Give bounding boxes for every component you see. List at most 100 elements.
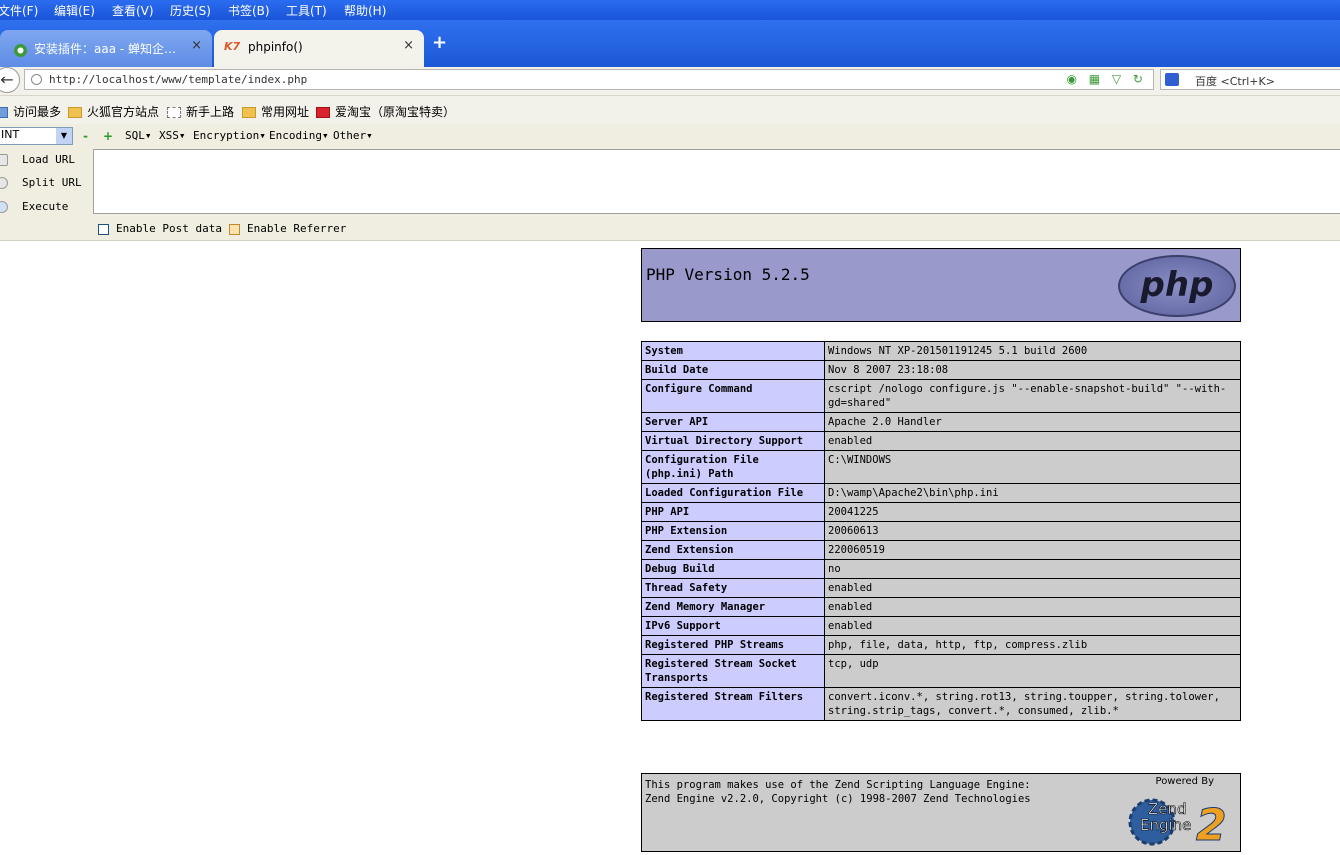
info-value: 220060519 xyxy=(824,540,1241,560)
table-row: Registered PHP Streams php, file, data, h… xyxy=(641,635,1241,655)
phpinfo-header-wrap: PHP Version 5.2.5 php xyxy=(641,248,1241,322)
menu-sql[interactable]: SQL▾ xyxy=(125,129,152,142)
table-row: Zend Memory Manager enabled xyxy=(641,597,1241,617)
menu-encryption[interactable]: Encryption▾ xyxy=(193,129,266,142)
table-row: System Windows NT XP-201501191245 5.1 bui… xyxy=(641,341,1241,361)
table-row: Registered Stream Socket Transports tcp, … xyxy=(641,654,1241,688)
tab-phpinfo[interactable]: K7 phpinfo() × xyxy=(214,30,424,67)
search-box[interactable]: 百度 <Ctrl+K> xyxy=(1160,69,1340,90)
new-tab-button[interactable]: + xyxy=(432,32,447,53)
button-label: Load URL xyxy=(22,153,75,166)
tab-bar: 安装插件：aaa - 蝉知企… × K7 phpinfo() × xyxy=(0,20,1340,67)
tab-install-plugin[interactable]: 安装插件：aaa - 蝉知企… × xyxy=(0,30,212,67)
checkbox-box[interactable] xyxy=(98,223,109,235)
increase-button[interactable]: + xyxy=(103,129,113,143)
tab-favicon-icon: K7 xyxy=(224,40,241,53)
table-row: Build Date Nov 8 2007 23:18:08 xyxy=(641,360,1241,380)
info-value: tcp, udp xyxy=(824,654,1241,688)
checkbox-box[interactable] xyxy=(229,223,240,235)
back-button[interactable]: ← xyxy=(0,67,20,93)
info-key: Configure Command xyxy=(641,379,825,413)
execute-button[interactable]: Execute xyxy=(0,200,68,213)
globe-icon xyxy=(31,74,42,85)
folder-icon xyxy=(242,107,256,118)
split-url-icon xyxy=(0,177,8,189)
info-key: IPv6 Support xyxy=(641,616,825,636)
execute-icon xyxy=(0,201,8,213)
table-row: Server API Apache 2.0 Handler xyxy=(641,412,1241,432)
info-value: D:\wamp\Apache2\bin\php.ini xyxy=(824,483,1241,503)
info-value: Nov 8 2007 23:18:08 xyxy=(824,360,1241,380)
info-value: php, file, data, http, ftp, compress.zli… xyxy=(824,635,1241,655)
search-placeholder[interactable]: 百度 <Ctrl+K> xyxy=(1195,73,1275,89)
info-value: C:\WINDOWS xyxy=(824,450,1241,484)
url-textarea[interactable] xyxy=(93,149,1340,214)
table-row: PHP API 20041225 xyxy=(641,502,1241,522)
navigation-bar: ← http://localhost/www/template/index.ph… xyxy=(0,67,1340,96)
info-key: Virtual Directory Support xyxy=(641,431,825,451)
bookmark-most-visited[interactable]: 访问最多 xyxy=(0,103,61,120)
info-value: enabled xyxy=(824,578,1241,598)
checkbox-label: Enable Referrer xyxy=(247,222,347,235)
url-text[interactable]: http://localhost/www/template/index.php xyxy=(49,73,307,86)
info-key: Registered PHP Streams xyxy=(641,635,825,655)
menu-view[interactable]: 查看(V) xyxy=(112,2,154,19)
table-row: Registered Stream Filters convert.iconv.*… xyxy=(641,687,1241,721)
engine-logo-text: Engine xyxy=(1140,816,1191,834)
php-version-title: PHP Version 5.2.5 xyxy=(646,265,810,284)
bookmark-getting-started[interactable]: 新手上路 xyxy=(167,103,234,120)
bookmark-firefox-site[interactable]: 火狐官方站点 xyxy=(68,103,159,120)
info-key: Registered Stream Filters xyxy=(641,687,825,721)
tab-close-icon[interactable]: × xyxy=(403,38,414,53)
bookmark-aitaobao[interactable]: 爱淘宝（原淘宝特卖） xyxy=(316,103,455,120)
menu-other[interactable]: Other▾ xyxy=(333,129,373,142)
menu-encoding[interactable]: Encoding▾ xyxy=(269,129,329,142)
enable-referrer-checkbox[interactable]: Enable Referrer xyxy=(229,222,346,235)
tab-label: phpinfo() xyxy=(248,40,303,54)
info-value: Windows NT XP-201501191245 5.1 build 260… xyxy=(824,341,1241,361)
info-key: Thread Safety xyxy=(641,578,825,598)
load-url-button[interactable]: Load URL xyxy=(0,153,75,166)
baidu-paw-icon xyxy=(1165,73,1179,86)
table-row: PHP Extension 20060613 xyxy=(641,521,1241,541)
split-url-button[interactable]: Split URL xyxy=(0,176,82,189)
menu-xss[interactable]: XSS▾ xyxy=(159,129,186,142)
menu-edit[interactable]: 编辑(E) xyxy=(54,2,95,19)
chevron-down-icon: ▼ xyxy=(56,128,72,144)
info-key: Server API xyxy=(641,412,825,432)
info-value: no xyxy=(824,559,1241,579)
hackbar-type-select[interactable]: INT ▼ xyxy=(0,127,73,145)
info-key: Loaded Configuration File xyxy=(641,483,825,503)
info-value: Apache 2.0 Handler xyxy=(824,412,1241,432)
menu-bookmarks[interactable]: 书签(B) xyxy=(228,2,270,19)
table-row: Zend Extension 220060519 xyxy=(641,540,1241,560)
folder-icon xyxy=(68,107,82,118)
menu-file[interactable]: 文件(F) xyxy=(0,2,38,19)
table-row: Thread Safety enabled xyxy=(641,578,1241,598)
info-key: Debug Build xyxy=(641,559,825,579)
table-row: IPv6 Support enabled xyxy=(641,616,1241,636)
info-key: PHP Extension xyxy=(641,521,825,541)
info-value: 20060613 xyxy=(824,521,1241,541)
address-bar-icons[interactable]: ◉ ▦ ▽ ↻ xyxy=(1066,72,1147,86)
address-bar[interactable]: http://localhost/www/template/index.php … xyxy=(24,69,1154,90)
tab-label: 安装插件：aaa - 蝉知企… xyxy=(34,42,177,56)
menu-history[interactable]: 历史(S) xyxy=(170,2,211,19)
tab-close-icon[interactable]: × xyxy=(191,38,202,53)
table-row: Configuration File (php.ini) Path C:\WIND… xyxy=(641,450,1241,484)
enable-post-checkbox[interactable]: Enable Post data xyxy=(98,222,222,235)
info-key: Zend Memory Manager xyxy=(641,597,825,617)
info-key: Zend Extension xyxy=(641,540,825,560)
bookmark-label: 新手上路 xyxy=(186,105,235,119)
table-row: Virtual Directory Support enabled xyxy=(641,431,1241,451)
bookmark-label: 访问最多 xyxy=(13,105,62,119)
page-icon xyxy=(167,107,181,118)
menu-help[interactable]: 帮助(H) xyxy=(344,2,386,19)
zend-engine-logo-icon: Zend Engine 2 xyxy=(1128,798,1227,848)
load-url-icon xyxy=(0,154,8,166)
bookmark-icon xyxy=(0,107,8,118)
menu-tools[interactable]: 工具(T) xyxy=(286,2,327,19)
decrease-button[interactable]: - xyxy=(83,129,88,143)
bookmark-common-sites[interactable]: 常用网址 xyxy=(242,103,309,120)
info-value: enabled xyxy=(824,597,1241,617)
